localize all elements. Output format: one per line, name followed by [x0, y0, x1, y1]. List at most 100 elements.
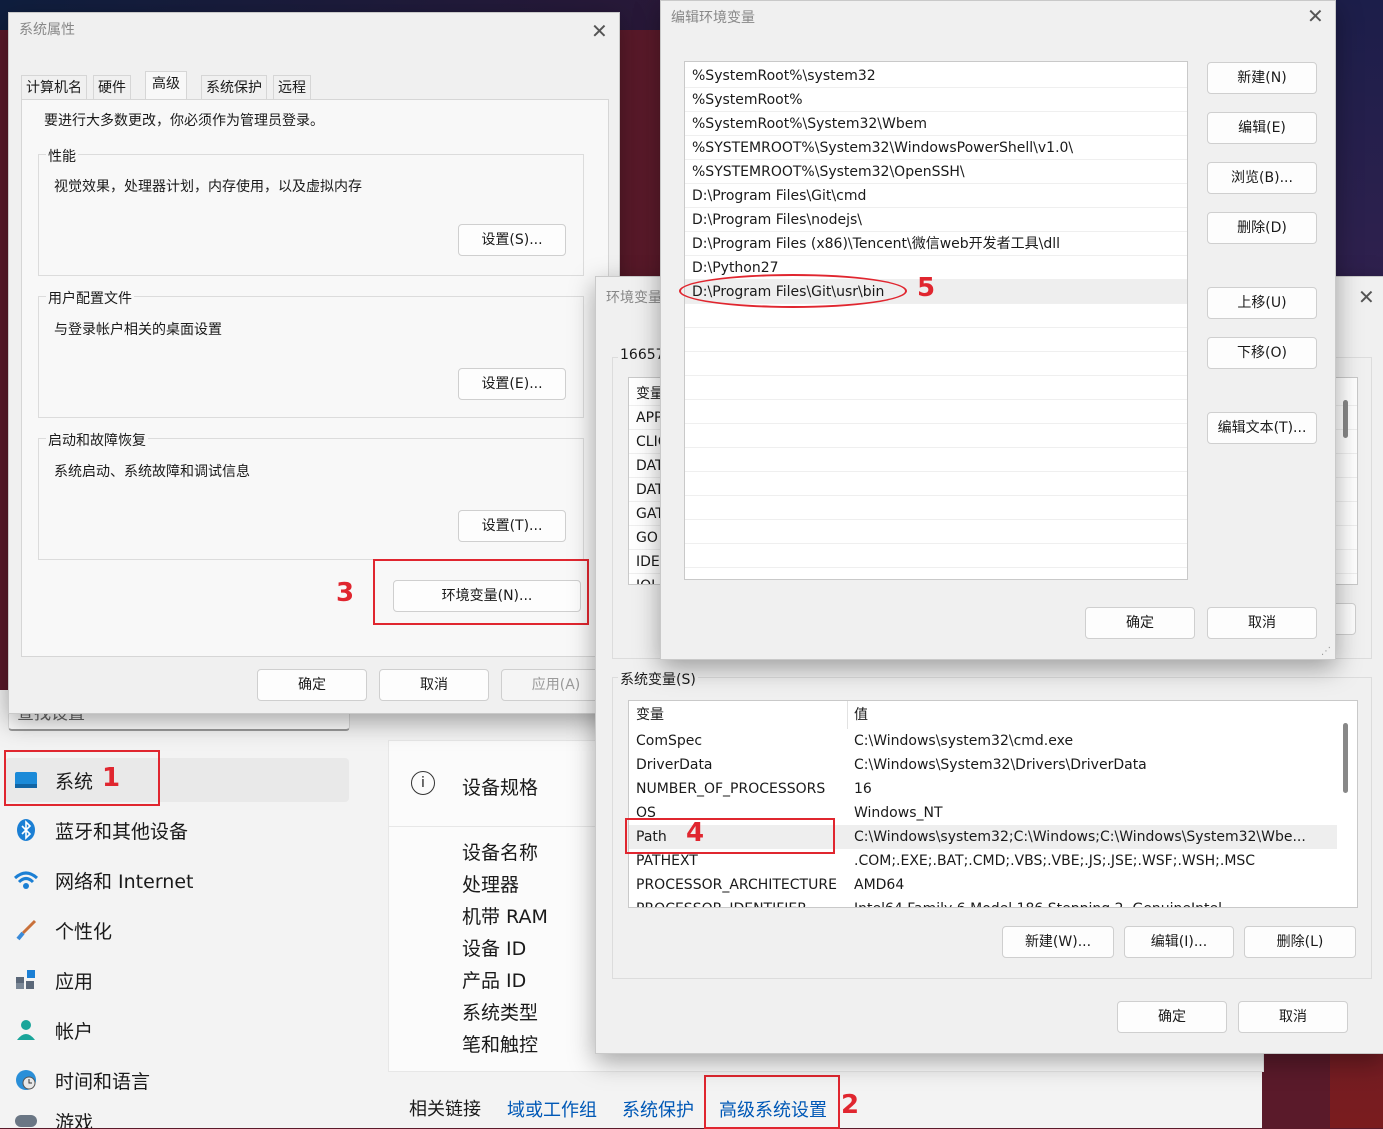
nav-label: 个性化: [55, 920, 113, 943]
empty-row[interactable]: [685, 328, 1187, 352]
empty-row[interactable]: [685, 496, 1187, 520]
variable-name[interactable]: NUMBER_OF_PROCESSORS: [629, 777, 847, 801]
link-domain-workgroup[interactable]: 域或工作组: [507, 1096, 597, 1122]
browse-button[interactable]: 浏览(B)...: [1207, 162, 1317, 194]
group-label: 系统变量(S): [618, 669, 698, 689]
path-entry[interactable]: %SystemRoot%: [685, 88, 1187, 112]
tab-advanced[interactable]: 高级: [145, 71, 187, 101]
variable-value[interactable]: C:\Windows\system32;C:\Windows;C:\Window…: [847, 825, 1337, 849]
path-entry[interactable]: %SYSTEMROOT%\System32\WindowsPowerShell\…: [685, 136, 1187, 160]
system-variables-list[interactable]: 变量 值 ComSpec C:\Windows\system32\cmd.exe…: [628, 700, 1358, 908]
nav-item-personalization[interactable]: 个性化: [5, 908, 349, 952]
bluetooth-icon: [13, 817, 39, 843]
group-label: 启动和故障恢复: [46, 430, 148, 450]
path-entry[interactable]: D:\Program Files\nodejs\: [685, 208, 1187, 232]
annotation-box-2: [704, 1075, 840, 1129]
annotation-number-2: 2: [841, 1090, 860, 1120]
empty-row[interactable]: [685, 424, 1187, 448]
startup-recovery-settings-button[interactable]: 设置(T)...: [458, 510, 566, 542]
variable-name[interactable]: ComSpec: [629, 729, 847, 753]
variable-value[interactable]: .COM;.EXE;.BAT;.CMD;.VBS;.VBE;.JS;.JSE;.…: [847, 849, 1337, 873]
nav-label: 帐户: [55, 1020, 94, 1043]
tab-system-protection[interactable]: 系统保护: [201, 75, 267, 100]
system-new-button[interactable]: 新建(W)...: [1002, 926, 1114, 958]
variable-value[interactable]: AMD64: [847, 873, 1337, 897]
ok-button[interactable]: 确定: [1117, 1001, 1227, 1033]
spec-label: 系统类型: [462, 1002, 539, 1024]
edit-button[interactable]: 编辑(E): [1207, 112, 1317, 144]
annotation-box-4: [625, 818, 835, 854]
cancel-button[interactable]: 取消: [1207, 607, 1317, 639]
nav-item-apps[interactable]: 应用: [5, 958, 349, 1002]
nav-label: 时间和语言: [55, 1070, 151, 1093]
empty-row[interactable]: [685, 520, 1187, 544]
variable-value[interactable]: C:\Windows\System32\Drivers\DriverData: [847, 753, 1337, 777]
nav-item-bluetooth[interactable]: 蓝牙和其他设备: [5, 808, 349, 852]
nav-item-gaming[interactable]: 游戏: [5, 1108, 349, 1128]
user-profiles-settings-button[interactable]: 设置(E)...: [458, 368, 566, 400]
empty-row[interactable]: [685, 304, 1187, 328]
empty-row[interactable]: [685, 352, 1187, 376]
edit-text-button[interactable]: 编辑文本(T)...: [1207, 412, 1317, 444]
move-up-button[interactable]: 上移(U): [1207, 287, 1317, 319]
ok-button[interactable]: 确定: [257, 669, 367, 701]
empty-row[interactable]: [685, 376, 1187, 400]
variable-name[interactable]: PROCESSOR_IDENTIFIER: [629, 897, 847, 907]
variable-value[interactable]: C:\Windows\system32\cmd.exe: [847, 729, 1337, 753]
column-header-value[interactable]: 值: [847, 703, 1327, 727]
nav-item-network[interactable]: 网络和 Internet: [5, 858, 349, 902]
person-icon: [13, 1017, 39, 1043]
wifi-icon: [13, 867, 39, 893]
scrollbar-thumb[interactable]: [1343, 400, 1348, 438]
nav-item-time-language[interactable]: 时间和语言: [5, 1058, 349, 1102]
column-header-variable[interactable]: 变量: [629, 703, 847, 727]
system-delete-button[interactable]: 删除(L): [1244, 926, 1356, 958]
info-icon: i: [411, 771, 435, 795]
delete-button[interactable]: 删除(D): [1207, 212, 1317, 244]
close-icon[interactable]: ✕: [1358, 287, 1375, 307]
annotation-number-3: 3: [336, 578, 355, 608]
edit-environment-variable-dialog: 编辑环境变量 ✕ %SystemRoot%\system32 %SystemRo…: [660, 0, 1336, 660]
nav-label: 网络和 Internet: [55, 870, 194, 893]
system-edit-button[interactable]: 编辑(I)...: [1124, 926, 1234, 958]
group-label: 用户配置文件: [46, 288, 134, 308]
empty-row[interactable]: [685, 448, 1187, 472]
path-entry[interactable]: %SystemRoot%\System32\Wbem: [685, 112, 1187, 136]
new-button[interactable]: 新建(N): [1207, 62, 1317, 94]
close-icon[interactable]: ✕: [591, 21, 608, 41]
dialog-title: 编辑环境变量: [671, 10, 755, 26]
tab-remote[interactable]: 远程: [273, 75, 311, 100]
group-description: 视觉效果，处理器计划，内存使用，以及虚拟内存: [54, 179, 362, 195]
path-entry[interactable]: %SYSTEMROOT%\System32\OpenSSH\: [685, 160, 1187, 184]
move-down-button[interactable]: 下移(O): [1207, 337, 1317, 369]
close-icon[interactable]: ✕: [1307, 6, 1324, 26]
link-system-protection[interactable]: 系统保护: [622, 1096, 694, 1122]
tab-hardware[interactable]: 硬件: [93, 75, 131, 100]
variable-name[interactable]: DriverData: [629, 753, 847, 777]
path-entry[interactable]: %SystemRoot%\system32: [685, 64, 1187, 88]
cancel-button[interactable]: 取消: [379, 669, 489, 701]
variable-value[interactable]: 16: [847, 777, 1337, 801]
variable-name[interactable]: PROCESSOR_ARCHITECTURE: [629, 873, 847, 897]
tab-computer-name[interactable]: 计算机名: [21, 75, 87, 100]
spec-label: 笔和触控: [462, 1034, 539, 1056]
dialog-title: 系统属性: [19, 22, 75, 38]
performance-settings-button[interactable]: 设置(S)...: [458, 224, 566, 256]
annotation-number-1: 1: [102, 763, 121, 793]
variable-value[interactable]: Windows_NT: [847, 801, 1337, 825]
cancel-button[interactable]: 取消: [1238, 1001, 1348, 1033]
path-entry[interactable]: D:\Program Files\Git\cmd: [685, 184, 1187, 208]
empty-row[interactable]: [685, 544, 1187, 568]
resize-grip-icon[interactable]: ⋰: [1321, 646, 1331, 657]
annotation-ellipse-5: [679, 274, 907, 308]
path-list[interactable]: %SystemRoot%\system32 %SystemRoot% %Syst…: [684, 61, 1188, 580]
variable-value[interactable]: Intel64 Family 6 Model 186 Stepping 2, G…: [847, 897, 1337, 907]
empty-row[interactable]: [685, 472, 1187, 496]
nav-item-accounts[interactable]: 帐户: [5, 1008, 349, 1052]
path-entry[interactable]: D:\Program Files (x86)\Tencent\微信web开发者工…: [685, 232, 1187, 256]
nav-label: 游戏: [55, 1112, 94, 1128]
empty-row[interactable]: [685, 400, 1187, 424]
spec-label: 设备 ID: [462, 938, 527, 960]
scrollbar-thumb[interactable]: [1343, 723, 1348, 793]
ok-button[interactable]: 确定: [1085, 607, 1195, 639]
